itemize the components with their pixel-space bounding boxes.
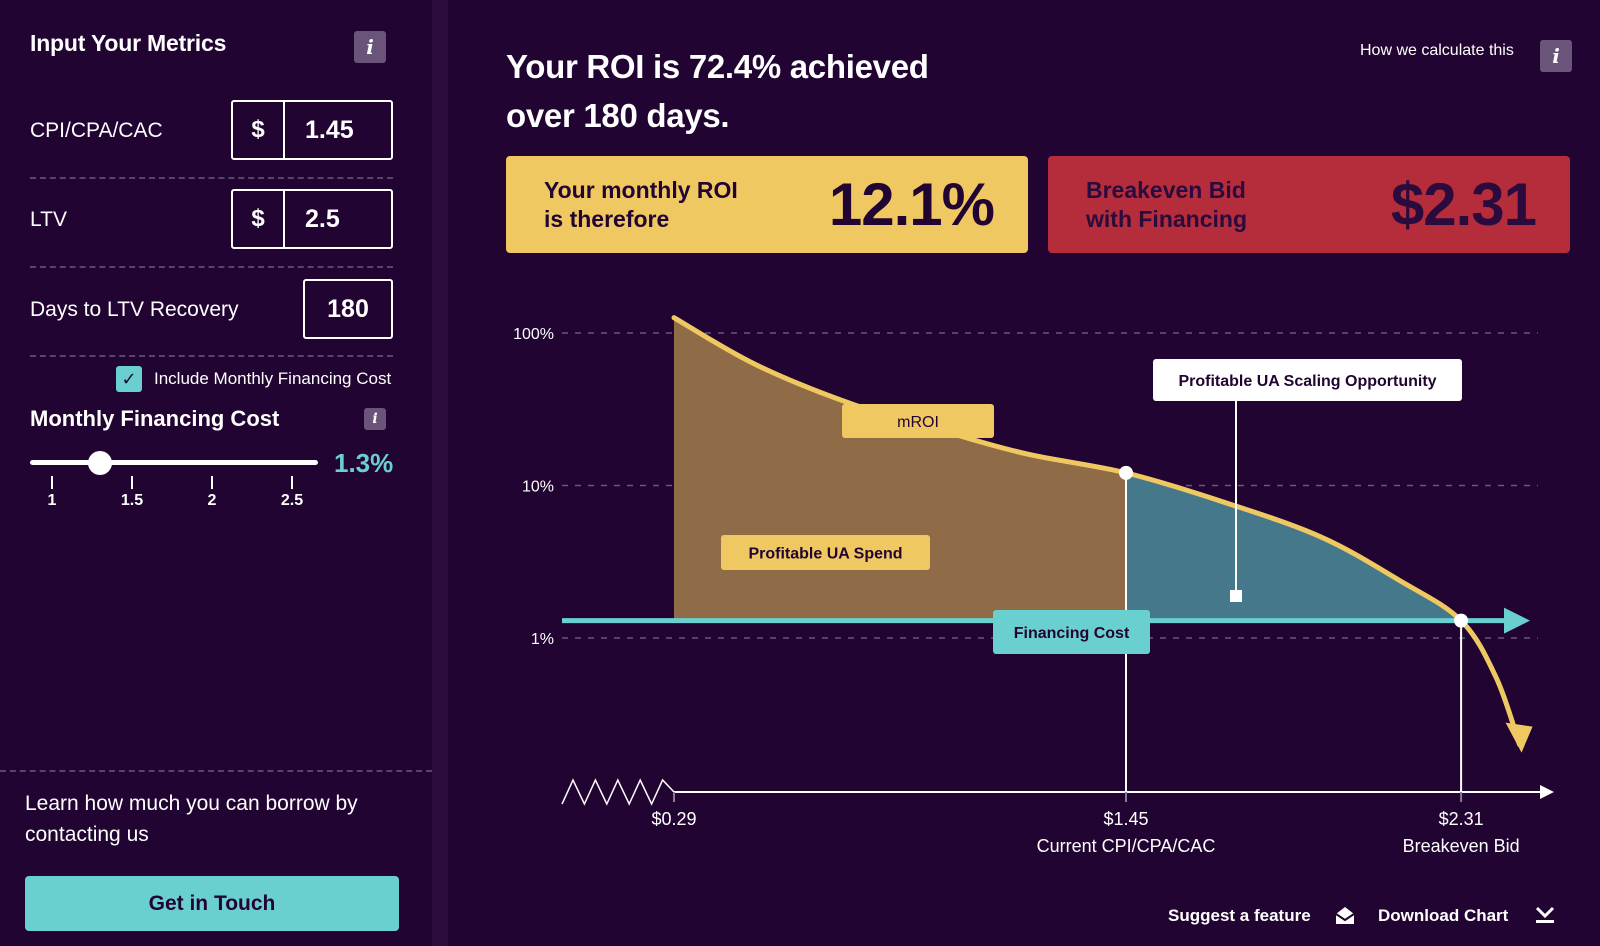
sidebar: Input Your Metrics i CPI/CPA/CAC $ 1.45 … [0, 0, 432, 946]
separator [30, 355, 393, 357]
ltv-input[interactable]: $ 2.5 [231, 189, 393, 249]
breakeven-bid-label-line-2: with Financing [1086, 205, 1247, 232]
monthly-roi-label-line-1: Your monthly ROI [544, 176, 738, 203]
cpi-value[interactable]: 1.45 [285, 116, 391, 145]
x-tick-label: $1.45 [1103, 809, 1148, 829]
borrow-text: Learn how much you can borrow by contact… [25, 792, 358, 846]
mroi-annotation-box [842, 404, 994, 438]
monthly-roi-label-line-2: is therefore [544, 205, 670, 232]
days-value[interactable]: 180 [305, 295, 391, 324]
financing-slider-thumb[interactable] [88, 451, 112, 475]
x-tick-sublabel: Current CPI/CPA/CAC [1037, 836, 1216, 856]
metric-row-ltv: LTV $ 2.5 [30, 189, 393, 251]
metrics-info-icon[interactable]: i [354, 31, 386, 63]
y-tick-label: 1% [531, 631, 554, 648]
separator [30, 266, 393, 268]
financing-cost-annotation-box [993, 610, 1150, 654]
profitable-ua-spend-area [674, 317, 1126, 621]
breakeven-bid-label: Breakeven Bid with Financing [1086, 176, 1247, 234]
data-point-marker [1119, 465, 1133, 480]
separator [30, 177, 393, 179]
slider-tick [291, 476, 293, 489]
dollar-prefix: $ [233, 102, 285, 158]
slider-tick [51, 476, 53, 489]
days-input[interactable]: 180 [303, 279, 393, 339]
callout-anchor-square [1230, 590, 1242, 602]
breakeven-bid-value: $2.31 [1390, 171, 1537, 238]
financing-cost-value: 1.3% [334, 448, 394, 478]
slider-tick-label: 2 [207, 492, 217, 509]
sidebar-title: Input Your Metrics [30, 30, 227, 56]
profitable-ua-spend-annotation-box [721, 535, 930, 570]
monthly-roi-value: 12.1% [828, 171, 995, 238]
metric-row-cpi: CPI/CPA/CAC $ 1.45 [30, 100, 393, 162]
slider-tick-label: 2.5 [280, 492, 304, 509]
days-label: Days to LTV Recovery [30, 298, 239, 321]
y-tick-label: 10% [522, 479, 554, 496]
scaling-opportunity-annotation-label: Profitable UA Scaling Opportunity [1178, 373, 1436, 390]
download-icon[interactable] [1534, 904, 1556, 926]
headline-line-2: over 180 days. [506, 97, 730, 134]
cpi-label: CPI/CPA/CAC [30, 119, 163, 142]
include-financing-label: Include Monthly Financing Cost [154, 369, 392, 388]
separator [0, 770, 432, 772]
scaling-opportunity-area [1126, 472, 1462, 621]
sidebar-divider [432, 0, 448, 946]
breakeven-bid-label-line-1: Breakeven Bid [1086, 176, 1246, 203]
financing-slider-track[interactable] [30, 451, 318, 475]
mroi-arrowhead [1505, 722, 1533, 753]
envelope-open-icon[interactable] [1334, 904, 1356, 926]
data-point-marker [1454, 613, 1469, 628]
slider-tick [211, 476, 213, 489]
x-axis-arrowhead [1540, 785, 1554, 799]
calculation-info-icon[interactable]: i [1540, 40, 1572, 72]
slider-tick-label: 1 [47, 492, 57, 509]
financing-info-icon[interactable]: i [364, 408, 386, 430]
monthly-roi-label: Your monthly ROI is therefore [544, 176, 738, 234]
get-in-touch-button[interactable]: Get in Touch [25, 876, 399, 931]
cpi-input[interactable]: $ 1.45 [231, 100, 393, 160]
x-tick-label: $2.31 [1439, 809, 1484, 829]
ltv-value[interactable]: 2.5 [285, 205, 391, 234]
breakeven-bid-card: Breakeven Bid with Financing $2.31 [1048, 156, 1570, 253]
financing-cost-arrowhead [1504, 607, 1530, 634]
slider-tick-label: 1.5 [120, 492, 144, 509]
y-tick-label: 100% [513, 326, 554, 343]
include-financing-toggle[interactable]: ✓ Include Monthly Financing Cost [116, 366, 391, 392]
axis-break-zigzag [561, 778, 675, 806]
headline: Your ROI is 72.4% achieved over 180 days… [506, 42, 929, 140]
scaling-opportunity-annotation-box [1153, 359, 1462, 401]
download-chart-link[interactable]: Download Chart [1378, 906, 1508, 926]
metric-row-days: Days to LTV Recovery 180 [30, 279, 393, 341]
mroi-annotation-label: mROI [897, 414, 939, 431]
x-tick-label: $0.29 [651, 809, 696, 829]
slider-tick [131, 476, 133, 489]
checkbox-checked-icon[interactable]: ✓ [116, 366, 142, 392]
mroi-curve [671, 315, 1523, 748]
x-tick-sublabel: Breakeven Bid [1403, 836, 1520, 856]
financing-cost-annotation-label: Financing Cost [1014, 625, 1130, 642]
financing-cost-title: Monthly Financing Cost [30, 406, 280, 431]
suggest-feature-link[interactable]: Suggest a feature [1168, 906, 1311, 926]
how-we-calculate-link[interactable]: How we calculate this [1360, 42, 1514, 60]
ltv-label: LTV [30, 208, 67, 231]
headline-line-1: Your ROI is 72.4% achieved [506, 48, 929, 85]
dollar-prefix: $ [233, 191, 285, 247]
monthly-roi-card: Your monthly ROI is therefore 12.1% [506, 156, 1028, 253]
profitable-ua-spend-annotation-label: Profitable UA Spend [748, 545, 902, 562]
